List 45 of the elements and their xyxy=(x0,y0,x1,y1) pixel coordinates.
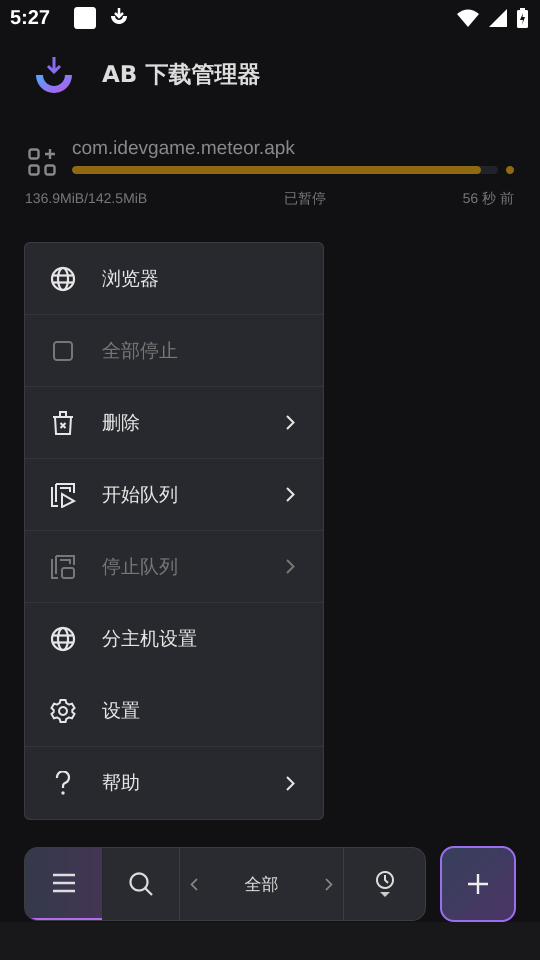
category-label[interactable]: 全部 xyxy=(244,872,278,896)
globe-icon xyxy=(49,626,77,652)
status-time: 5:27 xyxy=(10,6,50,30)
chevron-right-icon[interactable] xyxy=(325,878,333,890)
globe-icon xyxy=(49,266,77,292)
signal-icon xyxy=(489,9,507,27)
notification-square-icon xyxy=(74,7,96,29)
app-title: AB 下载管理器 xyxy=(102,60,260,90)
menu-item-label: 删除 xyxy=(102,410,141,436)
wifi-icon xyxy=(457,9,479,27)
menu-item-label: 设置 xyxy=(102,698,141,724)
menu-item-label: 全部停止 xyxy=(102,338,179,364)
chevron-right-icon xyxy=(286,415,295,430)
menu-button[interactable] xyxy=(25,848,102,920)
download-time: 56 秒 前 xyxy=(462,190,514,208)
apps-add-icon xyxy=(28,148,56,176)
menu-item-label: 停止队列 xyxy=(102,554,179,580)
search-icon xyxy=(128,871,154,897)
download-size: 136.9MiB/142.5MiB xyxy=(25,190,148,208)
settings-icon xyxy=(49,698,77,724)
menu-item[interactable]: 设置 xyxy=(25,675,323,747)
progress-end-dot xyxy=(506,166,514,174)
menu-item[interactable]: 删除 xyxy=(25,387,323,459)
add-button[interactable] xyxy=(440,846,516,922)
app-logo-icon xyxy=(35,55,73,93)
menu-item-label: 帮助 xyxy=(102,771,141,796)
chevron-right-icon xyxy=(286,487,295,502)
menu-item[interactable]: 浏览器 xyxy=(25,243,323,315)
clock-sort-icon xyxy=(374,871,394,897)
menu-item[interactable]: 帮助 xyxy=(25,747,323,819)
menu-item[interactable]: 开始队列 xyxy=(25,459,323,531)
menu-icon xyxy=(52,873,76,893)
queue-stop-icon xyxy=(49,554,77,580)
menu-item[interactable]: 分主机设置 xyxy=(25,603,323,675)
menu-item-label: 开始队列 xyxy=(102,482,179,508)
battery-icon xyxy=(517,8,528,28)
chevron-right-icon xyxy=(286,559,295,574)
menu-item-label: 浏览器 xyxy=(102,266,160,292)
file-name: com.idevgame.meteor.apk xyxy=(72,138,296,160)
menu-item-label: 分主机设置 xyxy=(102,627,198,652)
chevron-right-icon xyxy=(286,776,295,790)
chevron-left-icon[interactable] xyxy=(190,878,198,890)
queue-play-icon xyxy=(49,482,77,508)
plus-icon xyxy=(467,873,489,895)
download-status: 已暂停 xyxy=(284,190,326,208)
